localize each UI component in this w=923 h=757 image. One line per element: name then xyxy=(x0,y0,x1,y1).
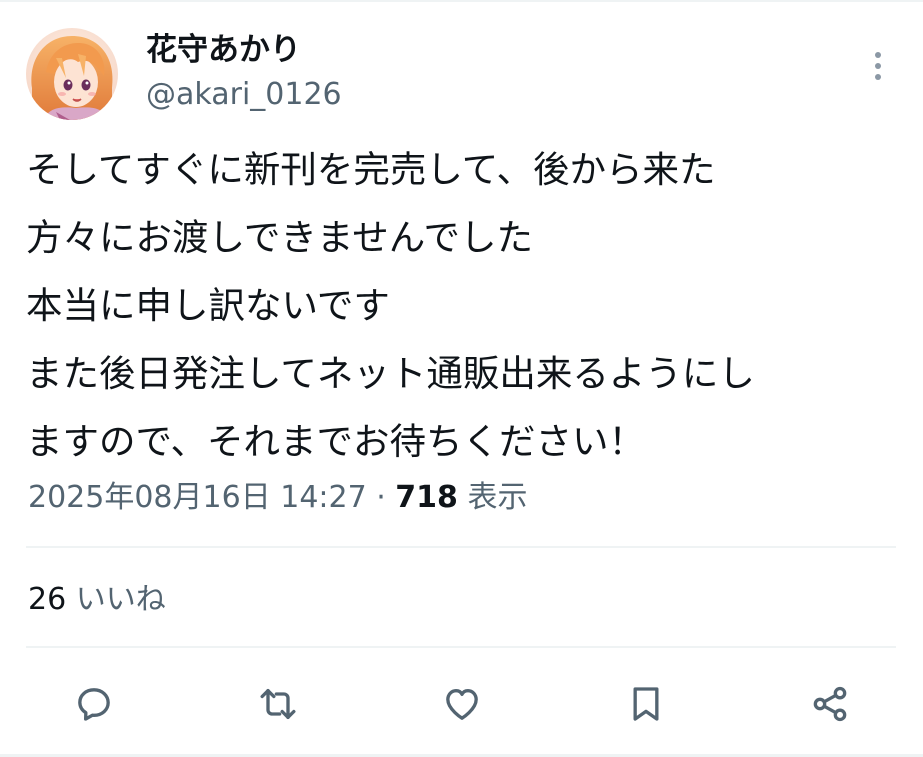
more-options-button[interactable] xyxy=(858,46,898,86)
tweet-text: そしてすぐに新刊を完売して、後から来た 方々にお渡しできませんでした 本当に申し訳な… xyxy=(26,136,906,476)
tweet-timestamp[interactable]: 2025年08月16日 14:27 xyxy=(28,480,367,515)
share-button[interactable] xyxy=(806,680,854,728)
likes-summary[interactable]: 26 いいね xyxy=(28,578,166,622)
tweet-text-line: 方々にお渡しできませんでした xyxy=(26,216,533,259)
anime-girl-avatar-icon xyxy=(26,28,118,120)
author-handle[interactable]: @akari_0126 xyxy=(146,76,342,114)
views-count[interactable]: 718 xyxy=(395,480,458,515)
heart-icon xyxy=(446,689,478,720)
top-border xyxy=(0,0,923,2)
retweet-button[interactable] xyxy=(254,680,302,728)
views-label: 表示 xyxy=(457,480,528,515)
avatar[interactable] xyxy=(26,28,118,120)
tweet-text-line: ますので、それまでお待ちください！ xyxy=(26,420,646,463)
tweet-meta: 2025年08月16日 14:27 · 718 表示 xyxy=(28,476,527,520)
more-vertical-icon xyxy=(875,52,881,80)
meta-separator: · xyxy=(366,480,396,515)
likes-label: いいね xyxy=(66,582,166,617)
reply-button[interactable] xyxy=(70,680,118,728)
share-icon xyxy=(813,686,847,722)
bookmark-icon xyxy=(633,687,659,721)
tweet-text-line: また後日発注してネット通販出来るようにし xyxy=(26,352,755,395)
like-button[interactable] xyxy=(438,680,486,728)
divider xyxy=(26,546,896,548)
likes-count: 26 xyxy=(28,582,67,617)
divider xyxy=(26,646,896,648)
retweet-icon xyxy=(260,689,296,719)
reply-icon xyxy=(78,688,110,721)
tweet-text-line: 本当に申し訳ないです xyxy=(26,284,390,327)
bookmark-button[interactable] xyxy=(622,680,670,728)
author-display-name[interactable]: 花守あかり xyxy=(146,30,301,70)
tweet-text-line: そしてすぐに新刊を完売して、後から来た xyxy=(26,148,716,191)
